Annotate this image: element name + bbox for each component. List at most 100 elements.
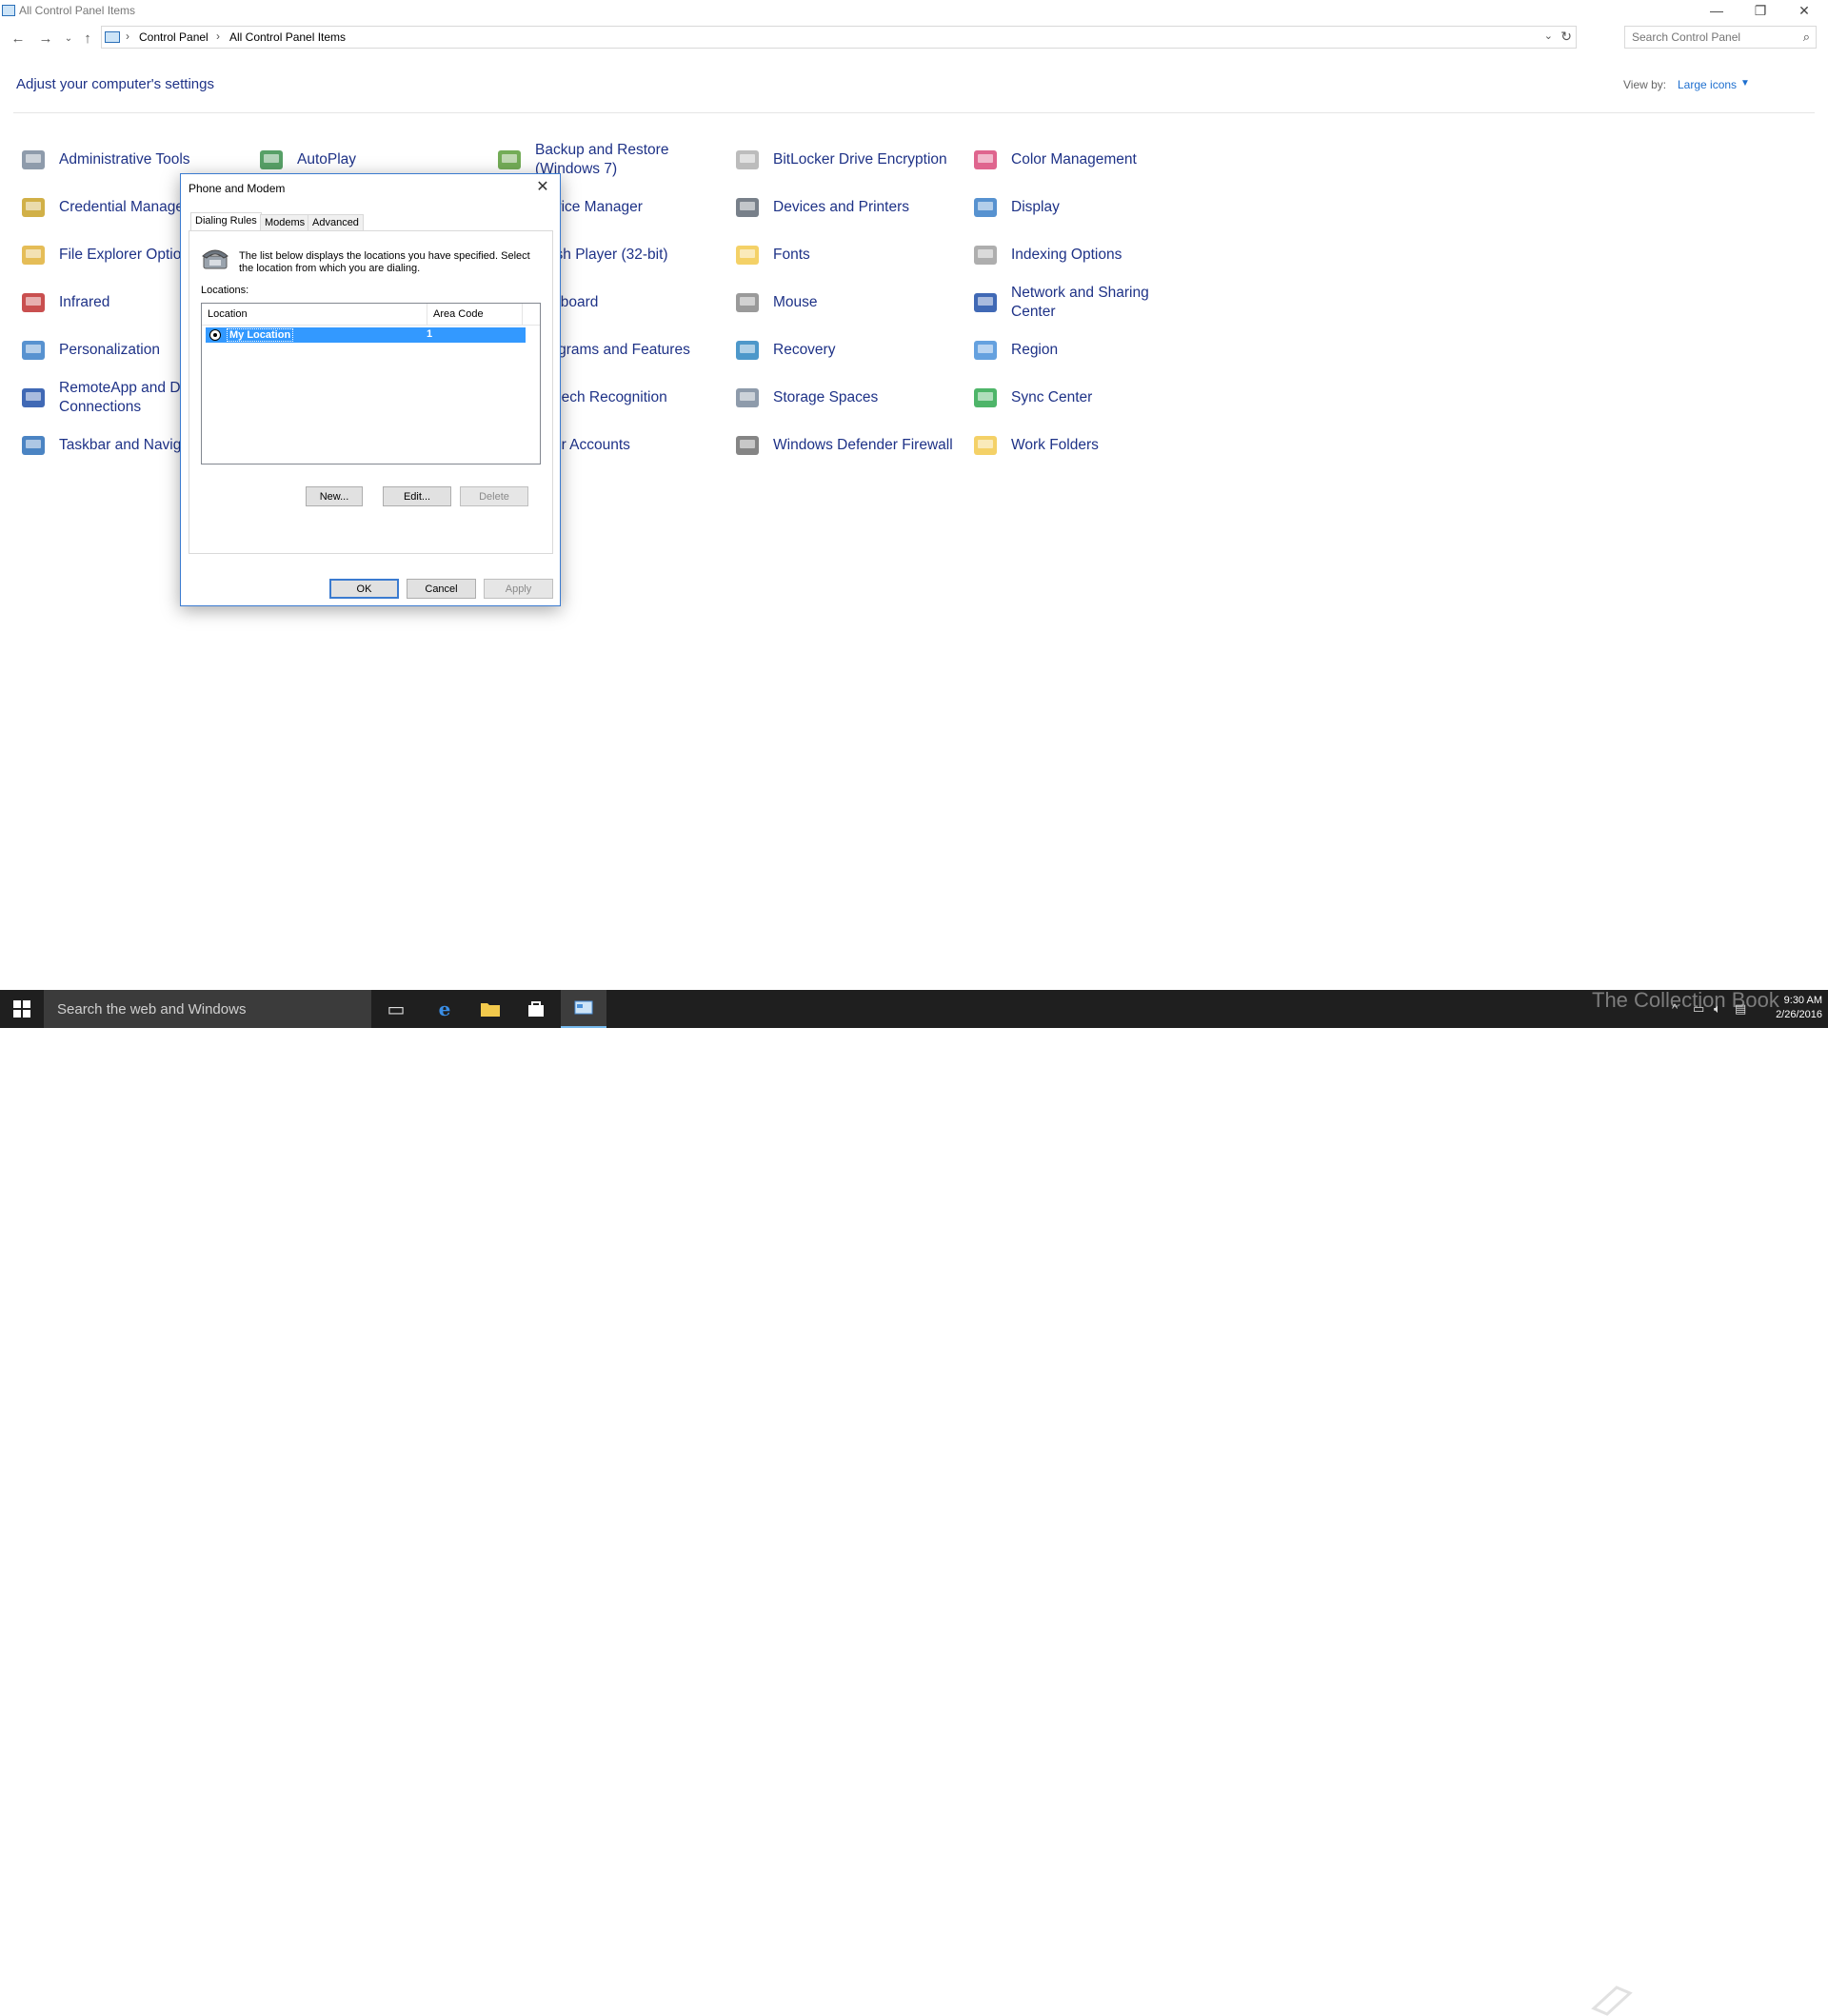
up-arrow-icon[interactable]: ↑ (78, 29, 97, 48)
item-color-management[interactable]: Color Management (968, 137, 1202, 183)
address-bar[interactable]: › Control Panel › All Control Panel Item… (101, 26, 1577, 49)
dialing-rules-panel: The list below displays the locations yo… (189, 230, 553, 554)
refresh-icon[interactable]: ↻ (1560, 29, 1572, 45)
item-network-and-sharing-center[interactable]: Network and Sharing Center (968, 280, 1202, 326)
search-icon[interactable]: ⌕ (1803, 30, 1810, 45)
volume-icon[interactable]: 🔈︎ (1714, 1001, 1721, 1017)
item-label: Indexing Options (1011, 247, 1123, 263)
location-cell: My Location (227, 328, 294, 342)
region-icon (971, 336, 1000, 365)
store-icon[interactable] (513, 990, 559, 1028)
windows-logo-icon (13, 1000, 30, 1018)
item-label: BitLocker Drive Encryption (773, 151, 947, 168)
item-windows-defender-firewall[interactable]: Windows Defender Firewall (730, 423, 964, 468)
dialog-close-button[interactable]: ✕ (531, 177, 554, 198)
book-watermark-icon (1591, 1986, 1633, 2016)
network-icon (971, 288, 1000, 317)
taskbar-search[interactable]: Search the web and Windows (44, 990, 371, 1028)
column-header-location[interactable]: Location (202, 304, 427, 325)
item-label: Fonts (773, 247, 810, 263)
new-button[interactable]: New... (306, 486, 363, 506)
item-bitlocker-drive-encryption[interactable]: BitLocker Drive Encryption (730, 137, 964, 183)
delete-button[interactable]: Delete (460, 486, 528, 506)
item-label: Programs and Features (535, 342, 690, 358)
title-bar: All Control Panel Items — ❐ ✕ (0, 0, 1828, 21)
infrared-icon (19, 288, 48, 317)
clock-time: 9:30 AM (1783, 995, 1822, 1006)
bitlocker-icon (733, 146, 762, 174)
backup-icon (495, 146, 524, 174)
tab-modems[interactable]: Modems (260, 214, 310, 231)
view-by-caret-icon[interactable]: ▼ (1740, 78, 1750, 89)
item-sync-center[interactable]: Sync Center (968, 375, 1202, 421)
item-label: User Accounts (535, 437, 630, 453)
ok-button[interactable]: OK (329, 579, 399, 599)
item-label: Speech Recognition (535, 389, 667, 405)
tab-dialing-rules[interactable]: Dialing Rules (190, 212, 262, 231)
item-work-folders[interactable]: Work Folders (968, 423, 1202, 468)
remoteapp-icon (19, 384, 48, 412)
selected-radio-icon[interactable] (209, 329, 221, 341)
back-arrow-icon[interactable]: ← (9, 29, 28, 48)
display-icon (971, 193, 1000, 222)
item-label: Device Manager (535, 199, 643, 215)
mouse-icon (733, 288, 762, 317)
breadcrumb-all-items[interactable]: All Control Panel Items (229, 30, 346, 44)
breadcrumb-control-panel[interactable]: Control Panel (139, 30, 209, 44)
item-storage-spaces[interactable]: Storage Spaces (730, 375, 964, 421)
close-button[interactable]: ✕ (1782, 0, 1826, 21)
view-by-dropdown[interactable]: Large icons (1678, 78, 1737, 91)
recent-chevron-icon[interactable]: ⌄ (59, 29, 78, 48)
breadcrumb-separator-icon: › (126, 30, 129, 43)
window-title: All Control Panel Items (19, 4, 136, 17)
file-explorer-icon[interactable] (467, 990, 513, 1028)
locations-list[interactable]: Location Area Code My Location 1 (201, 303, 541, 464)
cancel-button[interactable]: Cancel (407, 579, 476, 599)
apply-button[interactable]: Apply (484, 579, 553, 599)
action-center-icon[interactable]: ▤ (1735, 1001, 1746, 1017)
edit-button[interactable]: Edit... (383, 486, 451, 506)
search-box[interactable]: ⌕ (1624, 26, 1817, 49)
item-label: Work Folders (1011, 437, 1099, 453)
printer-icon (733, 193, 762, 222)
start-button[interactable] (0, 990, 44, 1028)
show-hidden-icons-icon[interactable]: ^ (1672, 1001, 1678, 1016)
column-header-area-code[interactable]: Area Code (427, 304, 523, 325)
locations-label: Locations: (201, 285, 249, 296)
item-label: Region (1011, 342, 1059, 358)
item-label: Network and Sharing Center (1011, 285, 1149, 320)
item-mouse[interactable]: Mouse (730, 280, 964, 326)
item-devices-and-printers[interactable]: Devices and Printers (730, 185, 964, 230)
network-tray-icon[interactable]: ▭ (1693, 1001, 1704, 1017)
clock-date: 2/26/2016 (1776, 1009, 1822, 1020)
item-label: Mouse (773, 294, 818, 310)
item-recovery[interactable]: Recovery (730, 327, 964, 373)
item-label: Recovery (773, 342, 836, 358)
minimize-button[interactable]: — (1695, 0, 1739, 21)
search-input[interactable] (1625, 27, 1787, 48)
item-fonts[interactable]: Fonts (730, 232, 964, 278)
item-label: Backup and Restore (Windows 7) (535, 142, 669, 177)
item-indexing-options[interactable]: Indexing Options (968, 232, 1202, 278)
folder-options-icon (19, 241, 48, 269)
address-dropdown-icon[interactable]: ⌄ (1544, 30, 1553, 42)
area-code-cell: 1 (427, 328, 433, 340)
item-display[interactable]: Display (968, 185, 1202, 230)
navigation-bar: ← → ⌄ ↑ › Control Panel › All Control Pa… (0, 21, 1828, 53)
item-label: Color Management (1011, 151, 1137, 168)
item-label: Storage Spaces (773, 389, 879, 405)
edge-browser-icon[interactable]: e (422, 990, 467, 1028)
table-row[interactable]: My Location 1 (206, 327, 526, 343)
tab-advanced[interactable]: Advanced (308, 214, 364, 231)
control-panel-icon (2, 5, 15, 16)
forward-arrow-icon[interactable]: → (36, 29, 55, 48)
taskbar-icon (19, 431, 48, 460)
item-label: Flash Player (32-bit) (535, 247, 668, 263)
maximize-button[interactable]: ❐ (1739, 0, 1782, 21)
item-region[interactable]: Region (968, 327, 1202, 373)
phone-icon (202, 249, 228, 269)
task-view-icon[interactable]: ▭ (373, 990, 419, 1028)
clock[interactable]: 9:30 AM 2/26/2016 (1761, 994, 1822, 1022)
control-panel-taskbar-icon[interactable] (561, 990, 606, 1028)
view-by-label: View by: (1623, 78, 1667, 91)
